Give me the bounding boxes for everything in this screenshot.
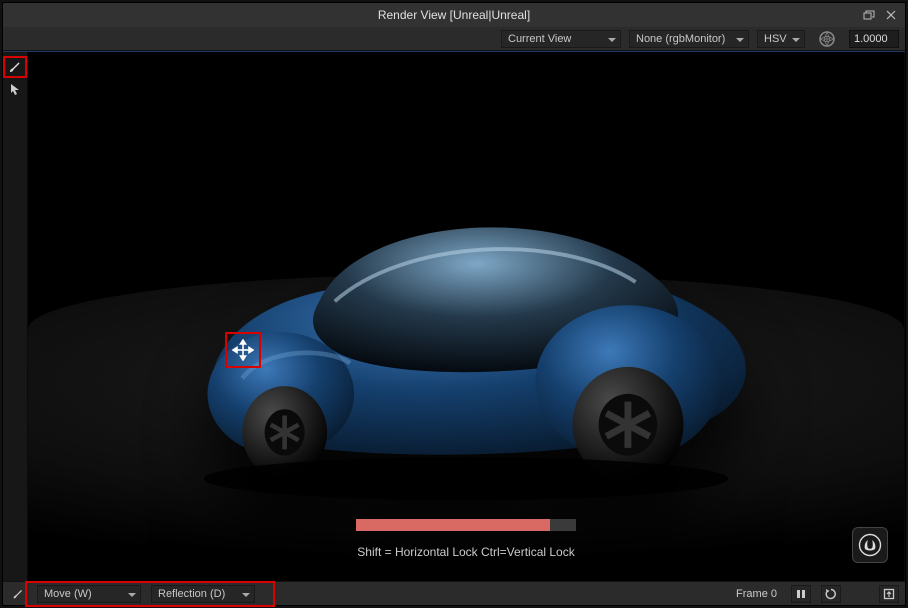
refresh-button[interactable] — [821, 585, 841, 603]
monitor-dropdown-label: None (rgbMonitor) — [636, 33, 725, 45]
frame-label: Frame 0 — [732, 588, 781, 600]
main-area: Shift = Horizontal Lock Ctrl=Vertical Lo… — [3, 52, 905, 581]
brush-icon — [7, 59, 23, 75]
brush-icon — [11, 587, 25, 601]
window-controls — [861, 7, 905, 23]
viewport[interactable]: Shift = Horizontal Lock Ctrl=Vertical Lo… — [27, 52, 905, 581]
camera-dropdown-label: Current View — [508, 33, 571, 45]
unreal-logo-icon — [858, 533, 882, 557]
reflection-dropdown[interactable]: Reflection (D) — [151, 585, 255, 603]
export-icon — [883, 588, 895, 600]
tool-slot-4[interactable] — [3, 122, 27, 144]
brush-tool-button[interactable] — [3, 56, 27, 78]
top-toolbar: Current View None (rgbMonitor) HSV 1.000… — [3, 27, 905, 51]
statusbar: Move (W) Reflection (D) Frame 0 — [3, 581, 905, 605]
left-toolbar — [3, 52, 27, 581]
refresh-icon — [825, 588, 837, 600]
exposure-slider[interactable] — [813, 30, 841, 48]
tool-slot-5[interactable] — [3, 144, 27, 166]
render-progress-bar — [356, 519, 576, 531]
viewport-hint-text: Shift = Horizontal Lock Ctrl=Vertical Lo… — [28, 545, 904, 559]
unreal-logo-badge — [852, 527, 888, 563]
export-button[interactable] — [879, 585, 899, 603]
pause-button[interactable] — [791, 585, 811, 603]
monitor-dropdown[interactable]: None (rgbMonitor) — [629, 30, 749, 48]
transform-mode-label: Move (W) — [44, 588, 92, 600]
rendered-car — [98, 147, 834, 517]
render-progress-fill — [356, 519, 550, 531]
reflection-label: Reflection (D) — [158, 588, 225, 600]
camera-dropdown[interactable]: Current View — [501, 30, 621, 48]
exposure-value-field[interactable]: 1.0000 — [849, 30, 899, 48]
colorspace-dropdown[interactable]: HSV — [757, 30, 805, 48]
close-icon — [886, 10, 896, 20]
colorspace-dropdown-label: HSV — [764, 33, 787, 45]
statusbar-brush-button[interactable] — [9, 585, 27, 603]
window-title: Render View [Unreal|Unreal] — [3, 8, 905, 22]
select-tool-button[interactable] — [3, 78, 27, 100]
restore-button[interactable] — [861, 7, 877, 23]
close-button[interactable] — [883, 7, 899, 23]
transform-mode-dropdown[interactable]: Move (W) — [37, 585, 141, 603]
restore-icon — [863, 10, 875, 20]
titlebar: Render View [Unreal|Unreal] — [3, 3, 905, 27]
tool-slot-3[interactable] — [3, 100, 27, 122]
exposure-value: 1.0000 — [854, 33, 888, 45]
aperture-icon — [818, 30, 836, 48]
pause-icon — [796, 589, 806, 599]
render-view-window: Render View [Unreal|Unreal] Current View… — [2, 2, 906, 606]
arrow-icon — [8, 82, 22, 96]
